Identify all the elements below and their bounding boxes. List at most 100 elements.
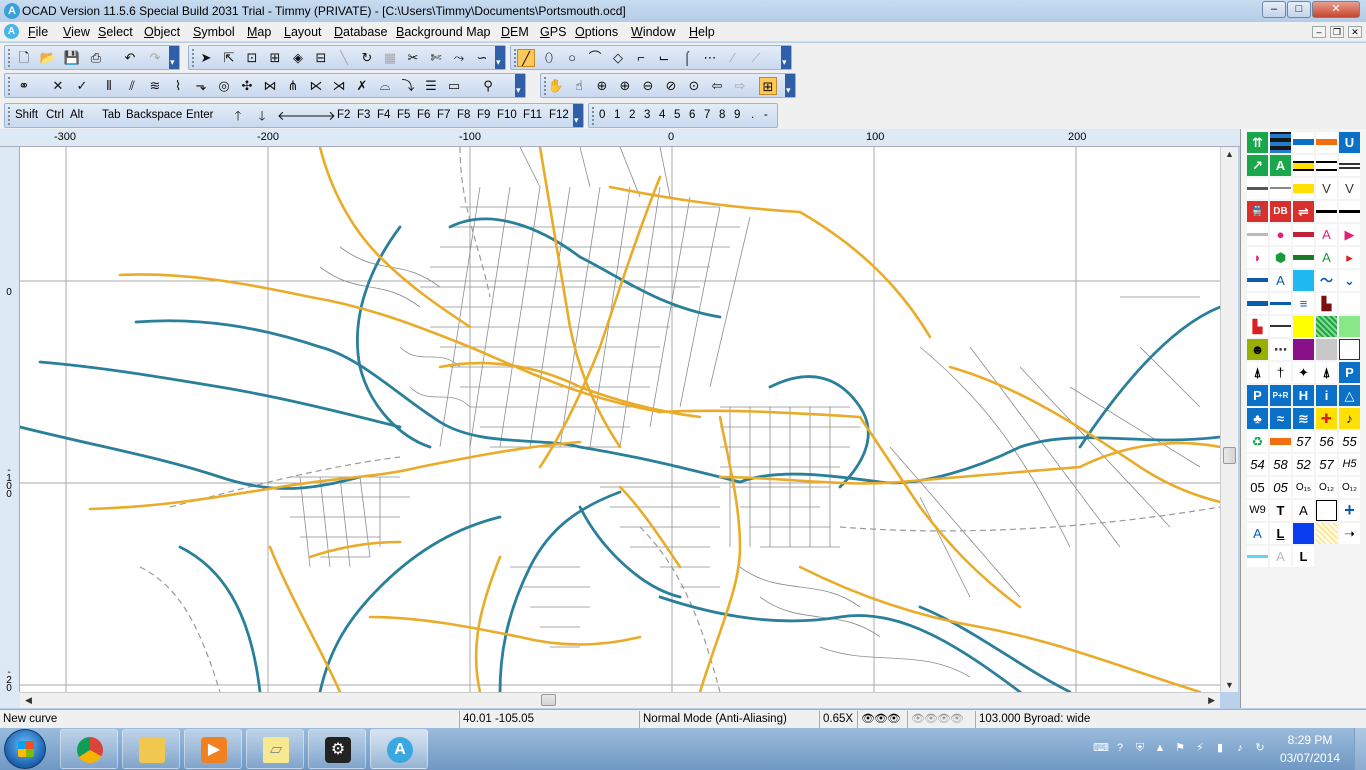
tab-key[interactable]: Tab bbox=[102, 109, 121, 121]
taskbar-steam-button[interactable]: ⚙ bbox=[308, 729, 366, 769]
edit-object-icon[interactable]: ⇱ bbox=[220, 49, 238, 67]
intersect-icon[interactable]: ✗ bbox=[353, 77, 371, 95]
toolbar-grip[interactable] bbox=[8, 107, 11, 125]
arrow-align-icon[interactable]: ⤵ bbox=[399, 77, 417, 95]
keyboard-tray-icon[interactable]: ⌨ bbox=[1093, 741, 1109, 755]
post-symbol-icon[interactable]: ✚ bbox=[1316, 408, 1337, 429]
f7-key[interactable]: F7 bbox=[437, 109, 450, 121]
key-2[interactable]: 2 bbox=[629, 109, 635, 121]
label-05-symbol-icon[interactable]: 05 bbox=[1247, 477, 1268, 498]
duplicate-icon[interactable]: ≋ bbox=[146, 77, 164, 95]
flag-tray-icon[interactable]: ⚑ bbox=[1173, 741, 1187, 755]
zoom-in-alt-icon[interactable]: ⊕ bbox=[616, 77, 634, 95]
show-desktop-button[interactable] bbox=[1354, 728, 1366, 770]
label-58-symbol-icon[interactable]: 58 bbox=[1270, 454, 1291, 475]
frame-icon[interactable]: ▭ bbox=[445, 77, 463, 95]
key-6[interactable]: 6 bbox=[689, 109, 695, 121]
bridge-symbol-icon[interactable] bbox=[1293, 178, 1314, 199]
join-icon[interactable]: ⋈ bbox=[261, 77, 279, 95]
toolbar-grip[interactable] bbox=[192, 49, 195, 67]
doc-restore-button[interactable]: ❐ bbox=[1330, 26, 1344, 38]
key-8[interactable]: 8 bbox=[719, 109, 725, 121]
dotted-line-mode-icon[interactable]: ⋯ bbox=[701, 49, 719, 67]
green-line-symbol-icon[interactable] bbox=[1293, 247, 1314, 268]
status-view-eyes-icon[interactable]: 👁👁👁 bbox=[858, 711, 908, 728]
road-blue-wide-symbol-icon[interactable] bbox=[1293, 132, 1314, 153]
label-55-symbol-icon[interactable]: 55 bbox=[1339, 431, 1360, 452]
menu-symbol[interactable]: Symbol bbox=[193, 25, 235, 39]
menu-help[interactable]: Help bbox=[689, 25, 715, 39]
track-symbol-icon[interactable] bbox=[1270, 178, 1291, 199]
back-arrow-icon[interactable]: ⇦ bbox=[708, 77, 726, 95]
road-white-symbol-icon[interactable] bbox=[1316, 155, 1337, 176]
fork-icon[interactable]: ⋔ bbox=[284, 77, 302, 95]
zoom-reset-icon[interactable]: ⊘ bbox=[662, 77, 680, 95]
info-symbol-icon[interactable]: i bbox=[1316, 385, 1337, 406]
pink-dot-symbol-icon[interactable]: ● bbox=[1270, 224, 1291, 245]
toolbar-options-icon[interactable] bbox=[169, 46, 179, 69]
corner-point-icon[interactable]: ◈ bbox=[289, 49, 307, 67]
pan-hand-icon[interactable]: ✋ bbox=[547, 77, 565, 95]
cross-icon[interactable]: ⋊ bbox=[330, 77, 348, 95]
f2-key[interactable]: F2 bbox=[337, 109, 350, 121]
zoom-in-icon[interactable]: ⊕ bbox=[593, 77, 611, 95]
menu-gps[interactable]: GPS bbox=[540, 25, 566, 39]
blue-chevron-symbol-icon[interactable]: ⌄ bbox=[1339, 270, 1360, 291]
puzzle-icon[interactable]: ✣ bbox=[238, 77, 256, 95]
f5-key[interactable]: F5 bbox=[397, 109, 410, 121]
network-tray-icon[interactable]: ▮ bbox=[1213, 741, 1227, 755]
f4-key[interactable]: F4 bbox=[377, 109, 390, 121]
volume-tray-icon[interactable]: ♪ bbox=[1233, 741, 1247, 755]
white-area-symbol-icon[interactable] bbox=[1339, 339, 1360, 360]
olive-symbol-icon[interactable]: ☻ bbox=[1247, 339, 1268, 360]
sync-tray-icon[interactable]: ↻ bbox=[1253, 741, 1267, 755]
star-symbol-icon[interactable]: ✦ bbox=[1293, 362, 1314, 383]
menu-file[interactable]: File bbox=[28, 25, 48, 39]
alt-key[interactable]: Alt bbox=[70, 109, 83, 121]
stream-symbol-icon[interactable] bbox=[1270, 293, 1291, 314]
orange-dashed-symbol-icon[interactable] bbox=[1270, 431, 1291, 452]
swimming-symbol-icon[interactable]: ≈ bbox=[1270, 408, 1291, 429]
map-canvas[interactable] bbox=[20, 147, 1220, 692]
key-1[interactable]: 1 bbox=[614, 109, 620, 121]
arrow-down-icon[interactable]: 🡓 bbox=[253, 107, 271, 125]
pale-yellow-area-symbol-icon[interactable] bbox=[1316, 523, 1337, 544]
forest-area-symbol-icon[interactable] bbox=[1316, 316, 1337, 337]
red-line-symbol-icon[interactable] bbox=[1293, 224, 1314, 245]
smooth-icon[interactable]: ∽ bbox=[473, 49, 491, 67]
path-symbol-icon[interactable] bbox=[1247, 178, 1268, 199]
ctrl-key[interactable]: Ctrl bbox=[46, 109, 64, 121]
label-56-symbol-icon[interactable]: 56 bbox=[1316, 431, 1337, 452]
double-line-symbol-icon[interactable] bbox=[1339, 155, 1360, 176]
straight-mode-icon[interactable]: ⟋ bbox=[747, 49, 765, 67]
move-icon[interactable]: ⬎ bbox=[192, 77, 210, 95]
label-57-symbol-icon[interactable]: 57 bbox=[1293, 431, 1314, 452]
grey-line-symbol-icon[interactable] bbox=[1247, 224, 1268, 245]
label-52-symbol-icon[interactable]: 52 bbox=[1293, 454, 1314, 475]
label-54-symbol-icon[interactable]: 54 bbox=[1247, 454, 1268, 475]
straight-line-mode-icon[interactable]: ⌐ bbox=[632, 49, 650, 67]
label-l-symbol-icon[interactable]: L bbox=[1270, 523, 1291, 544]
label-w9-symbol-icon[interactable]: W9 bbox=[1247, 500, 1268, 521]
toolbar-options-icon[interactable] bbox=[785, 74, 795, 97]
forward-arrow-icon[interactable]: ⇨ bbox=[731, 77, 749, 95]
key-0[interactable]: 0 bbox=[599, 109, 605, 121]
menu-database[interactable]: Database bbox=[334, 25, 388, 39]
toolbar-options-icon[interactable] bbox=[515, 74, 525, 97]
horizontal-scroll-thumb[interactable] bbox=[541, 694, 556, 706]
dotted-symbol-icon[interactable]: ⋯ bbox=[1270, 339, 1291, 360]
blue-area-symbol-icon[interactable] bbox=[1293, 523, 1314, 544]
circle-mode-icon[interactable]: ○ bbox=[563, 49, 581, 67]
green-label-alt-symbol-icon[interactable]: A bbox=[1316, 247, 1337, 268]
f3-key[interactable]: F3 bbox=[357, 109, 370, 121]
toolbar-grip[interactable] bbox=[8, 77, 11, 95]
person-icon[interactable]: ⚲ bbox=[479, 77, 497, 95]
scroll-left-icon[interactable]: ◀ bbox=[25, 695, 32, 706]
green-hex-symbol-icon[interactable]: ⬢ bbox=[1270, 247, 1291, 268]
water-area-symbol-icon[interactable] bbox=[1293, 270, 1314, 291]
train-symbol-icon[interactable]: 🚆 bbox=[1247, 201, 1268, 222]
pink-triangle-symbol-icon[interactable]: ▸ bbox=[1339, 247, 1360, 268]
label-57b-symbol-icon[interactable]: 57 bbox=[1316, 454, 1337, 475]
park-ride-symbol-icon[interactable]: P+R bbox=[1270, 385, 1291, 406]
arrow-right-icon[interactable]: 🡒 bbox=[301, 107, 336, 125]
